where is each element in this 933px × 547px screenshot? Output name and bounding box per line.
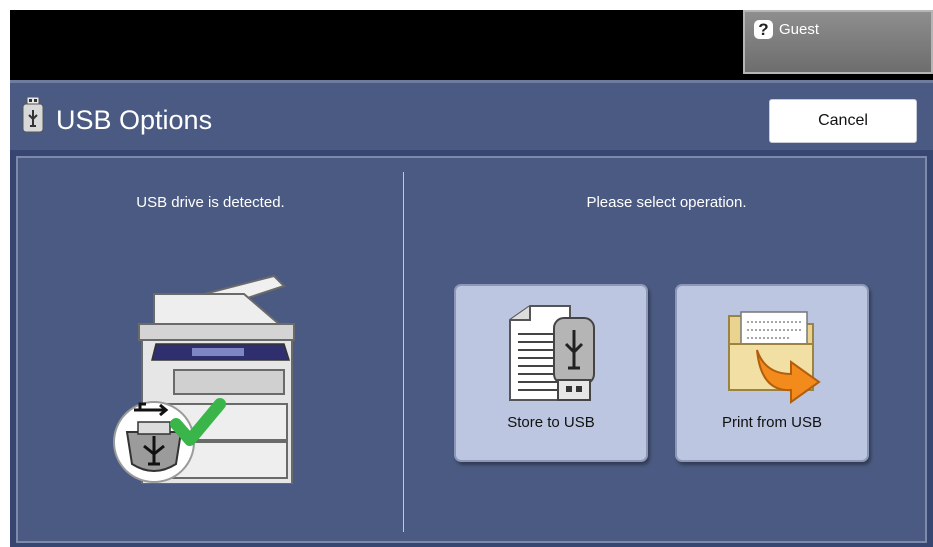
store-to-usb-button[interactable]: Store to USB <box>454 284 648 462</box>
guest-label: Guest <box>779 21 820 38</box>
store-to-usb-label: Store to USB <box>507 414 595 431</box>
guest-button[interactable]: ? Guest <box>743 10 933 74</box>
usb-drive-icon <box>22 97 44 133</box>
print-from-usb-icon <box>728 311 821 404</box>
main-panel: USB Options Cancel USB drive is detected… <box>10 80 933 547</box>
printer-usb-detected-icon <box>113 274 295 484</box>
header-bar: USB Options Cancel <box>10 80 933 150</box>
screen-frame: ? Guest USB Options Cancel USB drive is … <box>10 10 933 547</box>
store-to-usb-icon <box>509 305 595 401</box>
cancel-button[interactable]: Cancel <box>769 99 917 143</box>
top-bar: ? Guest <box>10 10 933 74</box>
page-title: USB Options <box>56 105 213 135</box>
print-from-usb-button[interactable]: Print from USB <box>675 284 869 462</box>
section-divider <box>403 172 404 532</box>
content-area: USB drive is detected. Please select ope… <box>16 156 927 543</box>
select-operation-message: Please select operation. <box>586 194 747 211</box>
help-icon: ? <box>754 20 773 39</box>
print-from-usb-label: Print from USB <box>721 414 823 431</box>
usb-status-message: USB drive is detected. <box>136 194 285 211</box>
